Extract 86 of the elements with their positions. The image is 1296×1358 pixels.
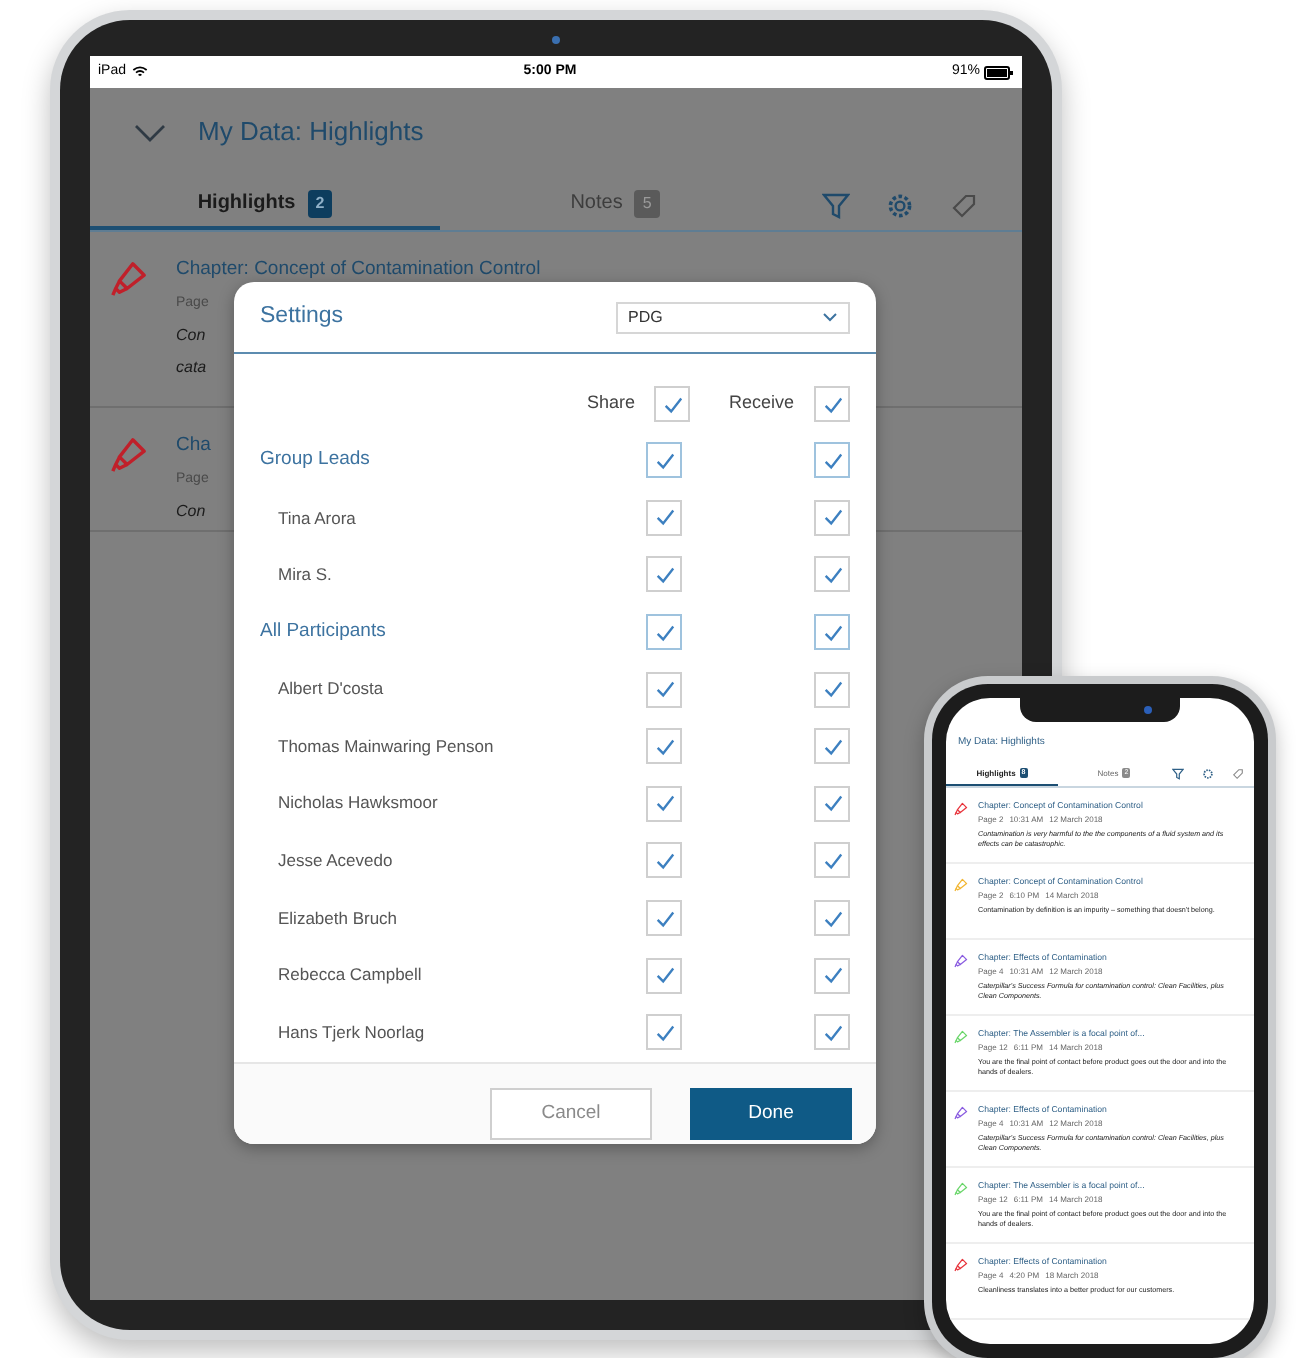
- chevron-down-icon: [822, 312, 838, 322]
- checkmark-icon: [653, 735, 675, 758]
- checkbox[interactable]: [646, 900, 682, 937]
- participant-name: Jesse Acevedo: [276, 848, 395, 874]
- chapter-title: Chapter: Concept of Contamination Control: [176, 256, 541, 284]
- checkbox[interactable]: [814, 900, 850, 937]
- checkbox[interactable]: [814, 1014, 850, 1051]
- checkbox[interactable]: [654, 386, 691, 422]
- checkmark-icon: [653, 449, 675, 472]
- excerpt-text: Con: [176, 499, 208, 524]
- settings-icon: [1202, 768, 1214, 780]
- checkmark-icon: [821, 735, 843, 758]
- checkbox[interactable]: [814, 442, 850, 479]
- checkbox[interactable]: [646, 728, 682, 765]
- column-label: Share: [586, 390, 635, 417]
- participant-name: Hans Tjerk Noorlag: [276, 1019, 427, 1046]
- checkmark-icon: [653, 563, 675, 586]
- checkbox[interactable]: [646, 614, 682, 651]
- wifi-icon: [132, 66, 149, 78]
- checkbox[interactable]: [814, 957, 850, 994]
- group-dropdown[interactable]: PDG: [616, 301, 850, 333]
- checkmark-icon: [821, 449, 843, 472]
- checkbox[interactable]: [814, 386, 850, 422]
- checkmark-icon: [653, 1021, 675, 1044]
- filter-icon: [822, 191, 850, 219]
- participant-name: Albert D'costa: [276, 676, 386, 703]
- checkmark-icon: [821, 393, 843, 415]
- column-label: Receive: [728, 390, 794, 417]
- checkbox[interactable]: [814, 671, 850, 708]
- checkbox[interactable]: [814, 499, 850, 536]
- checkbox[interactable]: [646, 1014, 682, 1051]
- checkmark-icon: [821, 964, 843, 987]
- participant-name: Rebecca Campbell: [276, 962, 424, 989]
- checkbox[interactable]: [646, 957, 682, 994]
- participant-name: Tina Arora: [276, 505, 358, 531]
- battery-icon: [984, 65, 1014, 79]
- group-label: Group Leads: [260, 446, 372, 475]
- checkmark-icon: [821, 907, 843, 930]
- checkbox[interactable]: [646, 442, 682, 479]
- tab[interactable]: Highlights 2: [90, 180, 440, 230]
- group-label: All Participants: [260, 617, 388, 646]
- checkmark-icon: [653, 792, 675, 815]
- checkmark-icon: [653, 621, 675, 644]
- checkmark-icon: [821, 792, 843, 815]
- participant-name: Thomas Mainwaring Penson: [276, 733, 496, 760]
- participant-name: Nicholas Hawksmoor: [276, 790, 440, 817]
- checkbox[interactable]: [814, 556, 850, 593]
- count-badge: 2: [307, 189, 333, 217]
- checkmark-icon: [821, 621, 843, 644]
- checkbox[interactable]: [646, 556, 682, 593]
- checkmark-icon: [653, 678, 675, 701]
- excerpt-text: Con: [176, 323, 208, 348]
- camera-icon: [552, 36, 560, 44]
- dialog-title: Settings: [260, 301, 344, 332]
- checkmark-icon: [653, 964, 675, 987]
- excerpt-text: cata: [176, 355, 209, 380]
- checkmark-icon: [821, 1021, 843, 1044]
- checkmark-icon: [821, 506, 843, 529]
- page-title: My Data: Highlights: [198, 114, 424, 151]
- checkmark-icon: [821, 678, 843, 701]
- checkbox[interactable]: [646, 842, 682, 879]
- participant-name: Elizabeth Bruch: [276, 905, 400, 931]
- chapter-title: Cha: [176, 432, 211, 460]
- tag-icon: [950, 191, 978, 219]
- settings-icon: [886, 191, 914, 219]
- checkmark-icon: [653, 506, 675, 529]
- chevron-down-icon: [134, 123, 166, 141]
- cancel-button[interactable]: Cancel: [490, 1088, 652, 1141]
- checkbox[interactable]: [814, 614, 850, 651]
- filter-icon: [1172, 768, 1184, 780]
- checkmark-icon: [653, 849, 675, 872]
- checkmark-icon: [661, 393, 684, 415]
- checkbox[interactable]: [646, 499, 682, 536]
- participant-name: Mira S.: [276, 562, 334, 588]
- tag-icon: [1232, 768, 1244, 780]
- checkbox[interactable]: [646, 671, 682, 708]
- count-badge: 5: [634, 189, 660, 217]
- done-button[interactable]: Done: [690, 1088, 852, 1141]
- checkmark-icon: [821, 849, 843, 872]
- checkmark-icon: [653, 907, 675, 930]
- checkbox[interactable]: [814, 785, 850, 822]
- checkbox[interactable]: [814, 728, 850, 765]
- checkbox[interactable]: [646, 785, 682, 822]
- camera-icon: [1144, 706, 1152, 714]
- checkmark-icon: [821, 563, 843, 586]
- checkbox[interactable]: [814, 842, 850, 879]
